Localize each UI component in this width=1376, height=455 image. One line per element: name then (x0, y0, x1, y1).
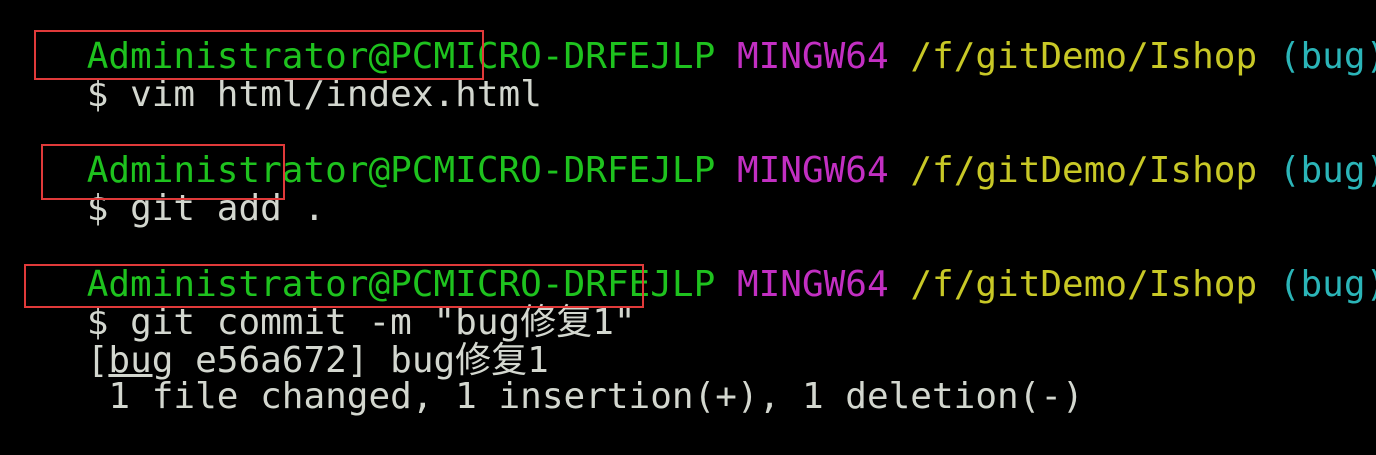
prompt-branch: (bug) (1278, 36, 1376, 77)
commit-output-line: [bug e56a672] bug修复1 (0, 304, 549, 380)
prompt-branch: (bug) (1278, 150, 1376, 191)
command-text[interactable]: vim html/index.html (130, 74, 542, 115)
prompt-symbol: $ (86, 74, 109, 115)
prompt-env: MINGW64 (736, 36, 889, 77)
commit-stats: 1 file changed, 1 insertion(+), 1 deleti… (86, 376, 1084, 417)
prompt-path: /f/gitDemo/Ishop (910, 264, 1258, 305)
prompt-path: /f/gitDemo/Ishop (910, 36, 1258, 77)
command-highlight-box (41, 144, 285, 200)
terminal-window[interactable]: Administrator@PCMICRO-DRFEJLP MINGW64 /f… (0, 0, 1376, 416)
command-highlight-box (34, 30, 484, 80)
prompt-path: /f/gitDemo/Ishop (910, 150, 1258, 191)
command-highlight-box (24, 264, 644, 308)
prompt-env: MINGW64 (736, 150, 889, 191)
prompt-branch: (bug) (1278, 264, 1376, 305)
prompt-env: MINGW64 (736, 264, 889, 305)
commit-stats-line: 1 file changed, 1 insertion(+), 1 deleti… (0, 340, 1083, 416)
prompt-line-3: Administrator@PCMICRO-DRFEJLP MINGW64 /f… (0, 228, 1376, 304)
